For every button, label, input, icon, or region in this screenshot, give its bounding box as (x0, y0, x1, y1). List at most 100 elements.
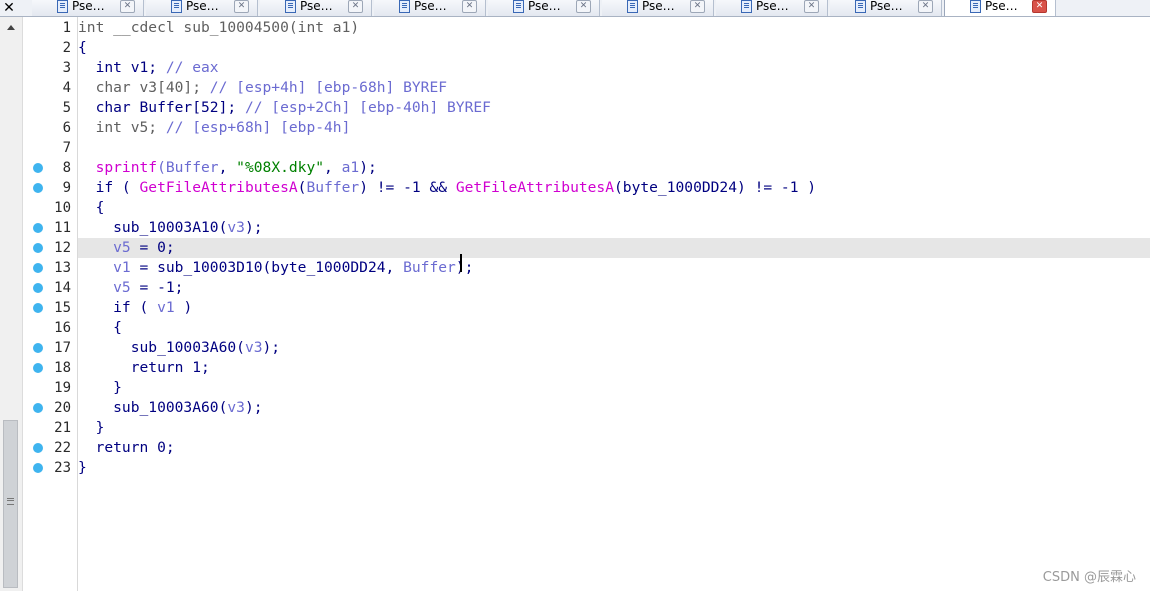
code-token: v5 (78, 239, 131, 256)
code-token: ); (244, 399, 263, 416)
line-number: 2 (62, 40, 71, 56)
gutter-line[interactable]: 9 (23, 178, 77, 198)
code-line[interactable]: if ( v1 ) (78, 298, 1150, 318)
gutter-line[interactable]: 19 (23, 378, 77, 398)
gutter-line[interactable]: 15 (23, 298, 77, 318)
breakpoint-marker-icon[interactable] (33, 343, 43, 353)
code-line[interactable]: sub_10003A10(v3); (78, 218, 1150, 238)
code-line[interactable]: { (78, 38, 1150, 58)
gutter-line[interactable]: 1 (23, 18, 77, 38)
tab-pseudocode-8[interactable]: Pse… ✕ (830, 0, 942, 16)
code-token: return 1; (78, 359, 210, 376)
line-number: 20 (54, 400, 71, 416)
tab-close-icon[interactable]: ✕ (1032, 0, 1047, 13)
gutter-line[interactable]: 16 (23, 318, 77, 338)
breakpoint-marker-icon[interactable] (33, 243, 43, 253)
code-token: = -1; (130, 279, 184, 296)
gutter-line[interactable]: 23 (23, 458, 77, 478)
code-token: sub_10003A60( (78, 339, 245, 356)
tab-close-icon[interactable]: ✕ (234, 0, 249, 13)
gutter-line[interactable]: 5 (23, 98, 77, 118)
tab-pseudocode-5[interactable]: Pse… ✕ (488, 0, 600, 16)
close-window-icon[interactable]: ✕ (0, 0, 18, 16)
code-line[interactable]: v1 = sub_10003D10(byte_1000DD24, Buffer)… (78, 258, 1150, 278)
breakpoint-marker-icon[interactable] (33, 463, 43, 473)
gutter-line[interactable]: 17 (23, 338, 77, 358)
gutter-line[interactable]: 18 (23, 358, 77, 378)
code-line[interactable]: { (78, 318, 1150, 338)
breakpoint-marker-icon[interactable] (33, 283, 43, 293)
gutter-line[interactable]: 22 (23, 438, 77, 458)
breakpoint-marker-icon[interactable] (33, 303, 43, 313)
pseudocode-document-icon (284, 0, 298, 13)
gutter-line[interactable]: 4 (23, 78, 77, 98)
code-line[interactable]: int v5; // [esp+68h] [ebp-4h] (78, 118, 1150, 138)
tab-close-icon[interactable]: ✕ (690, 0, 705, 13)
breakpoint-marker-icon[interactable] (33, 163, 43, 173)
line-number-gutter: 1 2 3 4 5 6 7 8 9 10 11 12 13 14 15 16 17 18 19 20 21 22 23 (23, 17, 78, 591)
tab-close-icon[interactable]: ✕ (348, 0, 363, 13)
breakpoint-marker-icon[interactable] (33, 183, 43, 193)
code-line[interactable]: sub_10003A60(v3); (78, 338, 1150, 358)
tab-close-icon[interactable]: ✕ (918, 0, 933, 13)
line-number: 19 (54, 380, 71, 396)
gutter-line[interactable]: 2 (23, 38, 77, 58)
tab-pseudocode-7[interactable]: Pse… ✕ (716, 0, 828, 16)
tab-close-icon[interactable]: ✕ (462, 0, 477, 13)
code-token: int v5; (78, 119, 166, 136)
tab-pseudocode-9[interactable]: Pse… ✕ (944, 0, 1056, 16)
code-line[interactable]: int v1; // eax (78, 58, 1150, 78)
tab-pseudocode-1[interactable]: Pse… ✕ (32, 0, 144, 16)
tab-close-icon[interactable]: ✕ (576, 0, 591, 13)
code-line[interactable]: sprintf(Buffer, "%08X.dky", a1); (78, 158, 1150, 178)
gutter-line[interactable]: 7 (23, 138, 77, 158)
breakpoint-marker-icon[interactable] (33, 223, 43, 233)
pseudocode-view[interactable]: } return 0; } sub_10003A60(v3); } return… (78, 17, 1150, 591)
gutter-line[interactable]: 20 (23, 398, 77, 418)
scroll-up-arrow-icon[interactable] (2, 19, 19, 36)
pseudocode-document-icon (740, 0, 754, 13)
code-line[interactable]: { (78, 198, 1150, 218)
code-token: ); (262, 339, 281, 356)
line-number: 1 (62, 20, 71, 36)
gutter-line[interactable]: 10 (23, 198, 77, 218)
gutter-line[interactable]: 21 (23, 418, 77, 438)
code-line[interactable] (78, 138, 1150, 158)
tab-pseudocode-6[interactable]: Pse… ✕ (602, 0, 714, 16)
vertical-scrollbar[interactable] (0, 17, 23, 591)
gutter-line[interactable]: 3 (23, 58, 77, 78)
gutter-line[interactable]: 14 (23, 278, 77, 298)
code-token: (byte_1000DD24) != -1 ) (614, 179, 817, 196)
code-line[interactable]: if ( GetFileAttributesA(Buffer) != -1 &&… (78, 178, 1150, 198)
scroll-thumb[interactable] (3, 420, 18, 588)
code-line[interactable]: char v3[40]; // [esp+4h] [ebp-68h] BYREF (78, 78, 1150, 98)
tab-pseudocode-4[interactable]: Pse… ✕ (374, 0, 486, 16)
code-token: , (324, 159, 342, 176)
pseudocode-document-icon (512, 0, 526, 13)
gutter-line[interactable]: 11 (23, 218, 77, 238)
tab-pseudocode-3[interactable]: Pse… ✕ (260, 0, 372, 16)
line-number: 16 (54, 320, 71, 336)
tab-close-icon[interactable]: ✕ (120, 0, 135, 13)
code-line[interactable]: int __cdecl sub_10004500(int a1) (78, 18, 1150, 38)
code-line[interactable]: sub_10003A60(v3); (78, 398, 1150, 418)
code-line[interactable]: } (78, 418, 1150, 438)
breakpoint-marker-icon[interactable] (33, 403, 43, 413)
code-token: if ( (78, 179, 140, 196)
breakpoint-marker-icon[interactable] (33, 363, 43, 373)
gutter-line[interactable]: 12 (23, 238, 77, 258)
breakpoint-marker-icon[interactable] (33, 443, 43, 453)
code-line[interactable]: return 0; (78, 438, 1150, 458)
code-line[interactable]: char Buffer[52]; // [esp+2Ch] [ebp-40h] … (78, 98, 1150, 118)
gutter-line[interactable]: 13 (23, 258, 77, 278)
gutter-line[interactable]: 8 (23, 158, 77, 178)
code-line[interactable]: } (78, 378, 1150, 398)
gutter-line[interactable]: 6 (23, 118, 77, 138)
breakpoint-marker-icon[interactable] (33, 263, 43, 273)
tab-close-icon[interactable]: ✕ (804, 0, 819, 13)
code-line[interactable]: } (78, 458, 1150, 478)
code-line[interactable]: v5 = -1; (78, 278, 1150, 298)
tab-pseudocode-2[interactable]: Pse… ✕ (146, 0, 258, 16)
code-line[interactable]: v5 = 0; (78, 238, 1150, 258)
code-line[interactable]: return 1; (78, 358, 1150, 378)
